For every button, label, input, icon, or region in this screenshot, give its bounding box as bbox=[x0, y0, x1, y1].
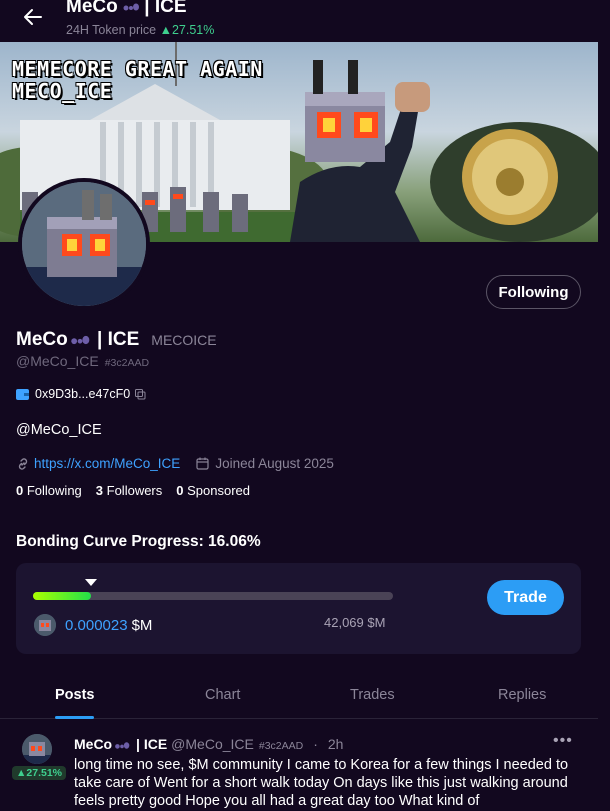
progress-marker bbox=[85, 579, 97, 586]
joined-text: Joined August 2025 bbox=[215, 456, 334, 471]
scrollbar[interactable] bbox=[598, 0, 610, 811]
post-author-tag: #3c2AAD bbox=[258, 740, 304, 752]
profile-tabs: Posts Chart Trades Replies bbox=[0, 672, 598, 719]
market-cap: 42,069 $M bbox=[324, 615, 386, 630]
ant-icon bbox=[70, 335, 90, 345]
following-count: 0 bbox=[16, 483, 24, 498]
profile-bio: @MeCo_ICE bbox=[16, 422, 102, 438]
wallet-address-row[interactable]: 0x9D3b...e47cF0 bbox=[16, 387, 146, 401]
top-header: MeCo | ICE 24H Token price ▲27.51% bbox=[0, 0, 610, 42]
followers-stat[interactable]: 3 Followers bbox=[96, 483, 162, 498]
arrow-left-icon bbox=[24, 9, 42, 25]
profile-name: MeCo | ICE bbox=[16, 329, 140, 350]
ant-icon bbox=[123, 3, 140, 11]
post-author-name[interactable]: MeCo | ICE bbox=[74, 736, 167, 752]
token-coin-icon bbox=[34, 614, 56, 636]
sponsored-count: 0 bbox=[176, 483, 184, 498]
profile-avatar[interactable] bbox=[18, 178, 150, 310]
profile-ticker: MECOICE bbox=[151, 332, 217, 348]
following-button[interactable]: Following bbox=[486, 275, 581, 309]
more-options-icon[interactable]: ••• bbox=[553, 732, 573, 750]
sponsored-label: Sponsored bbox=[187, 483, 251, 498]
tab-replies[interactable]: Replies bbox=[498, 687, 546, 703]
post-price-badge: ▲27.51% bbox=[12, 766, 67, 780]
bonding-curve-title: Bonding Curve Progress: 16.06% bbox=[16, 533, 261, 550]
wallet-icon bbox=[16, 388, 29, 400]
back-button[interactable] bbox=[20, 4, 46, 30]
tab-trades[interactable]: Trades bbox=[350, 687, 395, 703]
banner-title-line-2: MECO_ICE bbox=[12, 79, 113, 103]
bonding-progress-bar bbox=[33, 592, 393, 600]
banner-title: MEMECORE GREAT AGAIN MECO_ICE bbox=[12, 58, 263, 102]
active-tab-indicator bbox=[55, 716, 94, 719]
token-price-label: 24H Token price bbox=[66, 23, 157, 37]
following-stat[interactable]: 0 Following bbox=[16, 483, 82, 498]
following-label: Following bbox=[26, 483, 82, 498]
post-separator: · bbox=[313, 736, 318, 752]
wallet-address: 0x9D3b...e47cF0 bbox=[35, 387, 131, 401]
token-price-value: 0.000023 bbox=[65, 617, 128, 634]
copy-icon[interactable] bbox=[135, 388, 146, 400]
post-header: MeCo | ICE @MeCo_ICE #3c2AAD · 2h bbox=[74, 736, 343, 752]
post-timestamp: 2h bbox=[327, 736, 344, 752]
joined-date: Joined August 2025 bbox=[196, 456, 334, 471]
ant-icon bbox=[115, 742, 130, 749]
link-icon bbox=[18, 457, 28, 470]
tab-chart[interactable]: Chart bbox=[205, 687, 240, 703]
post-avatar[interactable] bbox=[22, 734, 52, 764]
calendar-icon bbox=[196, 457, 209, 470]
header-title: MeCo | ICE bbox=[66, 0, 187, 17]
token-price-subtitle: 24H Token price ▲27.51% bbox=[66, 23, 214, 37]
profile-meta-row: https://x.com/MeCo_ICE Joined August 202… bbox=[16, 456, 334, 471]
token-price-unit: $M bbox=[131, 617, 153, 634]
bonding-curve-card: 0.000023 $M 42,069 $M Trade bbox=[16, 563, 581, 654]
followers-count: 3 bbox=[95, 483, 104, 498]
banner-title-line-1: MEMECORE GREAT AGAIN bbox=[12, 57, 263, 81]
token-price: 0.000023 $M bbox=[65, 617, 152, 634]
followers-label: Followers bbox=[106, 483, 163, 498]
profile-stats: 0 Following 3 Followers 0 Sponsored bbox=[16, 483, 264, 498]
post-item[interactable]: ▲27.51% MeCo | ICE @MeCo_ICE #3c2AAD · 2… bbox=[0, 720, 598, 811]
profile-handle: @MeCo_ICE bbox=[16, 353, 99, 369]
post-author-handle: @MeCo_ICE bbox=[171, 736, 254, 752]
tab-posts[interactable]: Posts bbox=[55, 687, 95, 703]
post-text: long time no see, $M community I came to… bbox=[74, 757, 569, 809]
profile-handle-row: @MeCo_ICE #3c2AAD bbox=[16, 353, 149, 369]
profile-tag: #3c2AAD bbox=[104, 357, 150, 369]
avatar-image bbox=[22, 182, 146, 306]
profile-link[interactable]: https://x.com/MeCo_ICE bbox=[34, 456, 180, 471]
price-change: ▲27.51% bbox=[159, 23, 215, 37]
trade-button[interactable]: Trade bbox=[487, 580, 564, 615]
bonding-progress-fill bbox=[33, 592, 91, 600]
sponsored-stat[interactable]: 0 Sponsored bbox=[176, 483, 250, 498]
profile-name-row: MeCo | ICE MECOICE bbox=[16, 329, 217, 351]
